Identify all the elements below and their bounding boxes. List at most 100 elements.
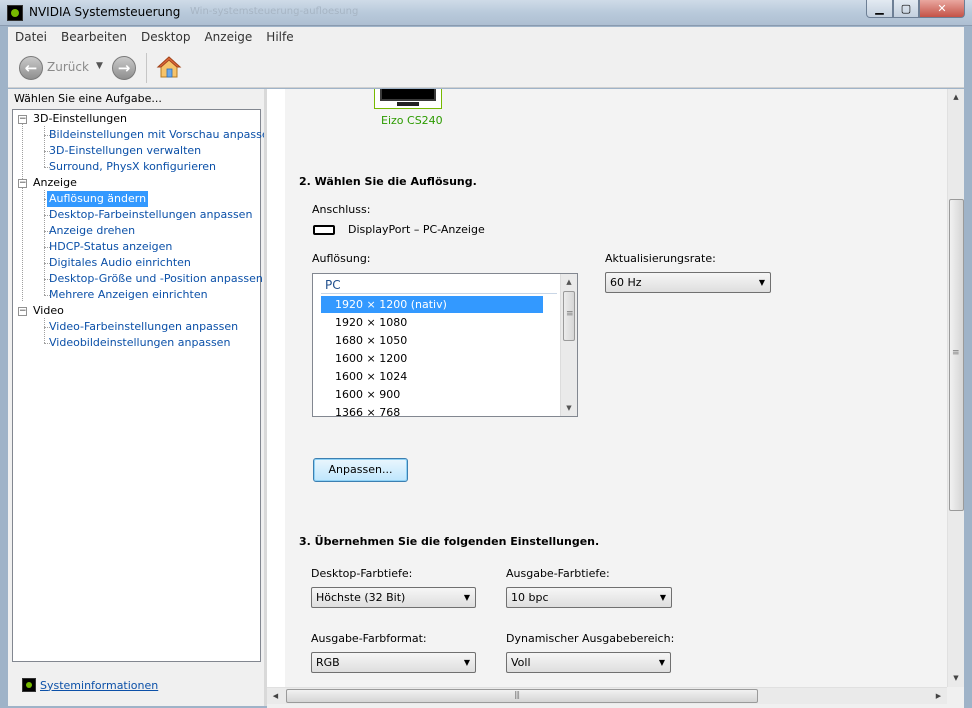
tree-group-3d-settings[interactable]: 3D-Einstellungen: [33, 111, 127, 127]
tree-item-multiple-displays[interactable]: Mehrere Anzeigen einrichten: [49, 287, 208, 303]
menu-bearbeiten[interactable]: Bearbeiten: [54, 30, 134, 44]
resolution-option[interactable]: 1600 × 900: [321, 386, 543, 403]
refresh-rate-label: Aktualisierungsrate:: [605, 252, 716, 265]
horizontal-scroll-thumb[interactable]: [286, 689, 758, 703]
menu-desktop[interactable]: Desktop: [134, 30, 198, 44]
dynamic-range-label: Dynamischer Ausgabebereich:: [506, 632, 675, 645]
dynamic-range-value: Voll: [511, 656, 531, 669]
horizontal-scrollbar[interactable]: ◀ ▶: [267, 687, 964, 704]
vertical-scrollbar[interactable]: ▲ ▼: [947, 89, 964, 687]
chevron-down-icon: ▼: [463, 593, 470, 602]
customize-button[interactable]: Anpassen...: [313, 458, 408, 482]
tree-item-manage-3d-settings[interactable]: 3D-Einstellungen verwalten: [49, 143, 201, 159]
resolution-option[interactable]: 1600 × 1200: [321, 350, 543, 367]
scroll-down-icon[interactable]: ▼: [948, 670, 964, 687]
home-button[interactable]: [156, 54, 182, 80]
arrow-right-icon: →: [117, 59, 131, 77]
scroll-down-icon[interactable]: ▼: [561, 400, 577, 416]
task-tree: − 3D-Einstellungen Bildeinstellungen mit…: [12, 109, 276, 662]
chevron-down-icon: ▼: [463, 658, 470, 667]
tree-line: [22, 123, 23, 301]
tree-item-desktop-color[interactable]: Desktop-Farbeinstellungen anpassen: [49, 207, 252, 223]
connection-label: Anschluss:: [312, 203, 371, 216]
window-title: NVIDIA Systemsteuerung: [29, 5, 181, 19]
tree-group-display[interactable]: Anzeige: [33, 175, 77, 191]
resolution-option[interactable]: 1920 × 1200 (nativ): [321, 296, 543, 313]
tree-item-change-resolution[interactable]: Auflösung ändern: [47, 191, 149, 207]
scrollbar-corner: [947, 688, 964, 704]
tree-item-video-color[interactable]: Video-Farbeinstellungen anpassen: [49, 319, 238, 335]
collapse-toggle-display[interactable]: −: [18, 179, 27, 188]
nvidia-info-icon: [22, 678, 36, 692]
content-panel: Eizo CS240 2. Wählen Sie die Auflösung. …: [267, 89, 964, 708]
tree-item-desktop-size-position[interactable]: Desktop-Größe und -Position anpassen: [49, 271, 263, 287]
tree-item-rotate-display[interactable]: Anzeige drehen: [49, 223, 135, 239]
listbox-scroll-thumb[interactable]: [563, 291, 575, 341]
listbox-scrollbar[interactable]: ▲ ▼: [560, 274, 577, 416]
forward-button[interactable]: →: [112, 56, 136, 80]
tree-item-image-settings-preview[interactable]: Bildeinstellungen mit Vorschau anpassen: [49, 127, 276, 143]
scroll-up-icon[interactable]: ▲: [948, 89, 964, 106]
menu-hilfe[interactable]: Hilfe: [259, 30, 300, 44]
collapse-toggle-3d[interactable]: −: [18, 115, 27, 124]
monitor-thumbnail[interactable]: [374, 89, 442, 109]
displayport-icon: [313, 225, 335, 235]
section-2-heading: 2. Wählen Sie die Auflösung.: [299, 175, 477, 188]
group-divider: [321, 293, 557, 294]
collapse-toggle-video[interactable]: −: [18, 307, 27, 316]
home-icon: [156, 56, 182, 78]
task-heading: Wählen Sie eine Aufgabe...: [14, 92, 162, 105]
close-button[interactable]: ✕: [919, 0, 965, 18]
resolution-group-header: PC: [325, 278, 341, 292]
monitor-label: Eizo CS240: [381, 114, 443, 127]
scroll-right-icon[interactable]: ▶: [930, 688, 947, 704]
chevron-down-icon: ▼: [658, 658, 665, 667]
resolution-option[interactable]: 1366 × 768: [321, 404, 543, 416]
tree-item-hdcp-status[interactable]: HDCP-Status anzeigen: [49, 239, 172, 255]
task-panel: Wählen Sie eine Aufgabe... − 3D-Einstell…: [8, 89, 276, 706]
output-color-depth-select[interactable]: 10 bpc ▼: [506, 587, 672, 608]
output-color-format-label: Ausgabe-Farbformat:: [311, 632, 427, 645]
resolution-label: Auflösung:: [312, 252, 371, 265]
resolution-option[interactable]: 1680 × 1050: [321, 332, 543, 349]
toolbar: ← Zurück ▼ →: [8, 47, 964, 88]
dynamic-range-select[interactable]: Voll ▼: [506, 652, 671, 673]
monitor-screen-icon: [380, 89, 436, 101]
scroll-left-icon[interactable]: ◀: [267, 688, 284, 704]
resolution-option[interactable]: 1920 × 1080: [321, 314, 543, 331]
back-button[interactable]: ←: [19, 56, 43, 80]
minimize-button[interactable]: ▁: [866, 0, 893, 18]
desktop-color-depth-label: Desktop-Farbtiefe:: [311, 567, 413, 580]
resolution-page: Eizo CS240 2. Wählen Sie die Auflösung. …: [285, 89, 947, 687]
tree-group-video[interactable]: Video: [33, 303, 64, 319]
desktop-color-depth-select[interactable]: Höchste (32 Bit) ▼: [311, 587, 476, 608]
section-3-heading: 3. Übernehmen Sie die folgenden Einstell…: [299, 535, 600, 548]
vertical-scroll-thumb[interactable]: [949, 199, 964, 511]
title-bar: NVIDIA Systemsteuerung Win-systemsteueru…: [0, 0, 972, 26]
back-label[interactable]: Zurück: [47, 60, 89, 74]
menu-bar: Datei Bearbeiten Desktop Anzeige Hilfe: [8, 27, 964, 47]
system-info-link[interactable]: Systeminformationen: [40, 679, 158, 692]
menu-anzeige[interactable]: Anzeige: [197, 30, 259, 44]
output-color-depth-label: Ausgabe-Farbtiefe:: [506, 567, 610, 580]
background-window-title: Win-systemsteuerung-aufloesung: [190, 6, 359, 17]
monitor-stand-icon: [397, 102, 419, 106]
desktop-color-depth-value: Höchste (32 Bit): [316, 591, 406, 604]
refresh-rate-select[interactable]: 60 Hz ▼: [605, 272, 771, 293]
output-color-format-select[interactable]: RGB ▼: [311, 652, 476, 673]
menu-datei[interactable]: Datei: [8, 30, 54, 44]
tree-line: [44, 126, 45, 167]
tree-item-digital-audio[interactable]: Digitales Audio einrichten: [49, 255, 191, 271]
content-viewport: Eizo CS240 2. Wählen Sie die Auflösung. …: [267, 89, 947, 687]
tree-item-surround-physx[interactable]: Surround, PhysX konfigurieren: [49, 159, 216, 175]
resolution-listbox[interactable]: PC 1920 × 1200 (nativ) 1920 × 1080 1680 …: [312, 273, 578, 417]
maximize-button[interactable]: ▢: [893, 0, 919, 18]
tree-item-video-image[interactable]: Videobildeinstellungen anpassen: [49, 335, 230, 351]
history-dropdown-icon[interactable]: ▼: [96, 61, 103, 71]
scroll-up-icon[interactable]: ▲: [561, 274, 577, 290]
toolbar-separator: [146, 53, 147, 83]
resolution-option[interactable]: 1600 × 1024: [321, 368, 543, 385]
chevron-down-icon: ▼: [659, 593, 666, 602]
arrow-left-icon: ←: [24, 59, 38, 77]
output-color-format-value: RGB: [316, 656, 340, 669]
